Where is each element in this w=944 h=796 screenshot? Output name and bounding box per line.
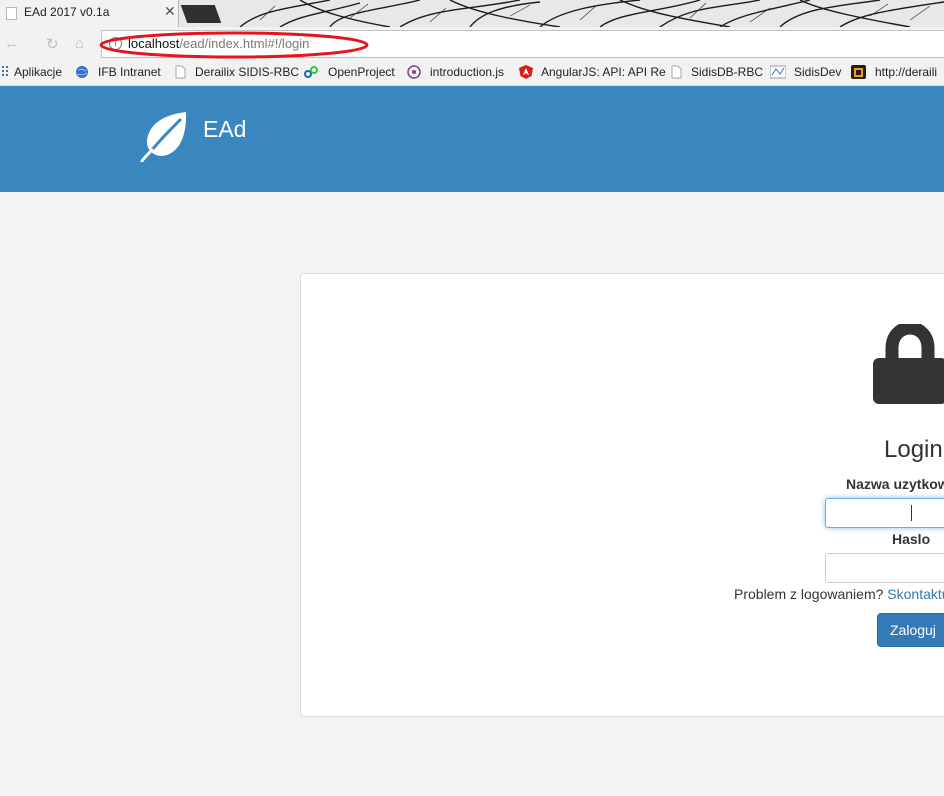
text-caret — [911, 505, 912, 521]
url-text: localhost/ead/index.html#!/login — [128, 36, 309, 51]
page-icon — [671, 65, 684, 79]
info-icon[interactable]: i — [109, 37, 122, 50]
username-label: Nazwa uzytkow — [846, 476, 944, 492]
login-title: Login — [884, 436, 943, 463]
url-host: localhost — [128, 36, 180, 51]
page-icon — [6, 7, 17, 20]
introjs-icon — [407, 65, 421, 79]
browser-tab-strip: EAd 2017 v0.1a ✕ — [0, 0, 944, 27]
bookmark-ifb-intranet[interactable]: IFB Intranet — [98, 65, 161, 79]
bookmark-aplikacje[interactable]: Aplikacje — [14, 65, 62, 79]
rss-icon — [851, 65, 866, 79]
brand-title[interactable]: EAd — [203, 116, 246, 143]
page-icon — [175, 65, 188, 79]
username-field[interactable] — [825, 498, 944, 528]
bookmarks-bar: Aplikacje IFB Intranet Derailix SIDIS-RB… — [0, 60, 944, 86]
sidisdev-icon — [769, 65, 787, 79]
browser-tab-active[interactable]: EAd 2017 v0.1a ✕ — [0, 0, 179, 27]
bookmark-sidisdb-rbc[interactable]: SidisDB-RBC — [691, 65, 763, 79]
new-tab-button[interactable] — [180, 5, 222, 23]
openproject-icon — [304, 65, 318, 79]
bookmark-derailix-url[interactable]: http://deraili — [875, 65, 937, 79]
password-field[interactable] — [825, 553, 944, 583]
home-icon[interactable]: ⌂ — [75, 35, 84, 52]
problem-text: Problem z logowaniem? — [734, 586, 888, 602]
address-bar[interactable]: i localhost/ead/index.html#!/login — [101, 30, 944, 58]
bookmark-introduction-js[interactable]: introduction.js — [430, 65, 504, 79]
reload-icon[interactable]: ↻ — [46, 35, 59, 53]
login-button[interactable]: Zaloguj — [877, 613, 944, 647]
close-icon[interactable]: ✕ — [164, 3, 176, 20]
contact-link[interactable]: Skontaktu — [887, 586, 944, 602]
angular-icon — [519, 65, 533, 79]
back-arrow-icon[interactable]: ← — [4, 35, 19, 52]
bookmark-derailix-sidis-rbc[interactable]: Derailix SIDIS-RBC — [195, 65, 299, 79]
login-card: Login Nazwa uzytkow Haslo Problem z logo… — [300, 273, 944, 717]
globe-icon — [75, 65, 88, 79]
bookmark-angularjs-api[interactable]: AngularJS: API: API Re — [541, 65, 666, 79]
lock-icon — [873, 324, 944, 404]
bookmark-sidisdev[interactable]: SidisDev — [794, 65, 841, 79]
leaf-logo-icon[interactable] — [140, 110, 194, 162]
browser-toolbar: ← ↻ ⌂ i localhost/ead/index.html#!/login — [0, 27, 944, 60]
password-label: Haslo — [892, 531, 931, 547]
app-header: EAd — [0, 86, 944, 192]
login-problem-text: Problem z logowaniem? Skontaktu — [734, 586, 944, 602]
bookmark-openproject[interactable]: OpenProject — [328, 65, 395, 79]
url-path: /ead/index.html#!/login — [179, 36, 310, 51]
tab-title: EAd 2017 v0.1a — [24, 5, 110, 19]
